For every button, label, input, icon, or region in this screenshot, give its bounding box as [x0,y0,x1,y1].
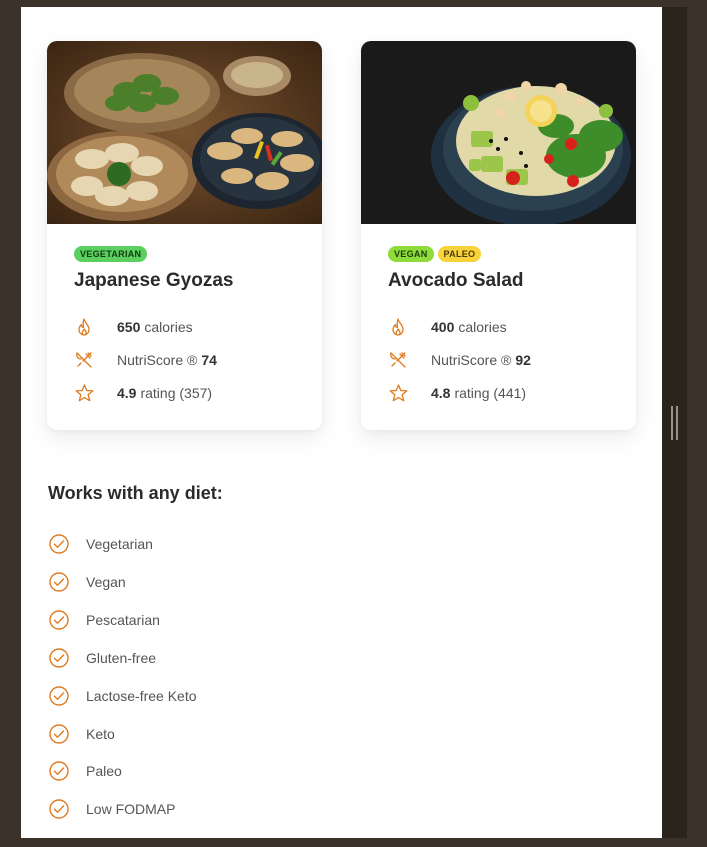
tag-paleo[interactable]: PALEO [437,246,482,262]
rating-value: 4.9 [117,385,137,401]
card-title[interactable]: Avocado Salad [388,270,524,292]
calories-value: 650 [117,319,141,335]
diet-list-item: Gluten-free [48,647,156,669]
diet-list-item: Vegan [48,571,126,593]
window-top-strip [0,0,707,7]
calories-stat: 650 calories [74,317,193,337]
diet-list-item: Lactose-free Keto [48,685,197,707]
diet-label: Low FODMAP [86,801,176,817]
nutriscore-stat: NutriScore ® 92 [388,350,535,370]
star-icon [74,383,94,403]
diet-list-item: Vegetarian [48,533,153,555]
flame-icon [74,317,94,337]
check-circle-icon [49,572,69,592]
diet-label: Gluten-free [86,650,157,666]
tag-list: VEGAN PALEO [388,246,482,262]
rating-value: 4.8 [431,385,451,401]
rating-label: rating (441) [454,385,527,401]
avocado-salad-photo [361,41,636,224]
calories-label: calories [144,319,193,335]
nutriscore-value: 92 [515,352,531,368]
check-circle-icon [49,724,69,744]
card-title[interactable]: Japanese Gyozas [74,270,233,292]
rating-stat: 4.9 rating (357) [74,383,212,403]
check-circle-icon [49,610,69,630]
diet-label: Pescatarian [86,612,160,628]
flame-icon [388,317,408,337]
calories-stat: 400 calories [388,317,507,337]
recipe-panel: VEGETARIAN Japanese Gyozas 650 calories … [21,7,662,838]
nutriscore-label: NutriScore ® [431,352,512,368]
diet-section-title: Works with any diet: [48,483,223,503]
fork-knife-icon [74,350,94,370]
gyoza-photo [47,41,322,224]
check-circle-icon [49,761,69,781]
diet-list-item: Pescatarian [48,609,160,631]
check-circle-icon [49,686,69,706]
tag-vegan[interactable]: VEGAN [388,246,434,262]
check-circle-icon [49,534,69,554]
rating-label: rating (357) [140,385,213,401]
diet-list-item: Keto [48,723,115,745]
rating-stat: 4.8 rating (441) [388,383,526,403]
diet-label: Vegan [86,574,126,590]
diet-label: Vegetarian [86,536,153,552]
recipe-card-gyozas[interactable]: VEGETARIAN Japanese Gyozas 650 calories … [47,41,322,430]
check-circle-icon [49,799,69,819]
nutriscore-value: 74 [201,352,217,368]
recipe-card-avocado-salad[interactable]: VEGAN PALEO Avocado Salad 400 calories N… [361,41,636,430]
fork-knife-icon [388,350,408,370]
nutriscore-label: NutriScore ® [117,352,198,368]
diet-list-item: Paleo [48,760,122,782]
calories-value: 400 [431,319,455,335]
star-icon [388,383,408,403]
diet-label: Keto [86,726,115,742]
calories-label: calories [458,319,507,335]
diet-label: Paleo [86,763,122,779]
check-circle-icon [49,648,69,668]
tag-list: VEGETARIAN [74,246,148,262]
diet-list-item: Low FODMAP [48,798,175,820]
tag-vegetarian[interactable]: VEGETARIAN [74,246,148,262]
nutriscore-stat: NutriScore ® 74 [74,350,221,370]
window-bottom-strip [0,838,707,847]
diet-label: Lactose-free Keto [86,688,197,704]
resize-grip-handle[interactable] [671,406,678,440]
